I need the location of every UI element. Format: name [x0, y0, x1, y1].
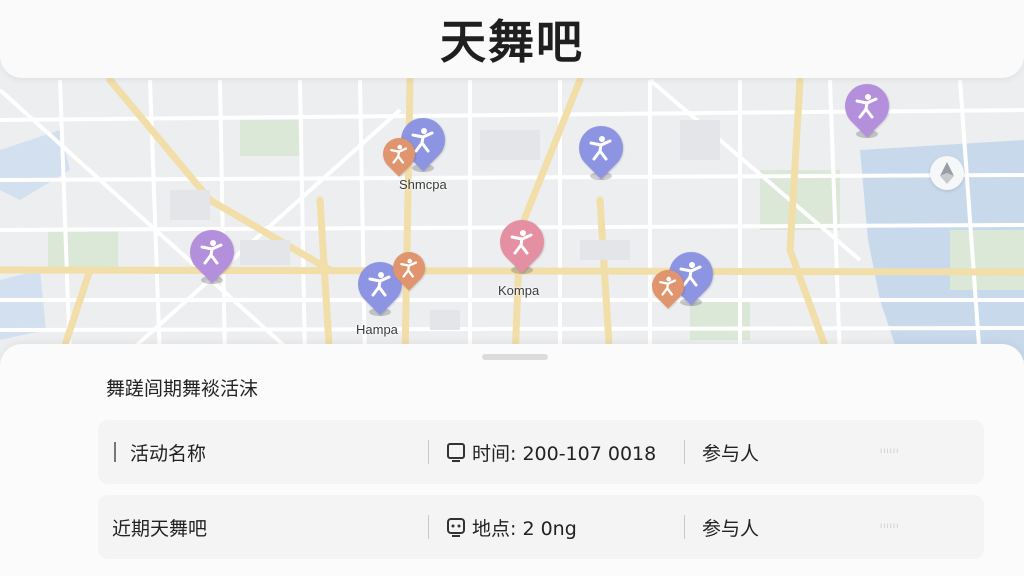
dancer-icon: [579, 130, 623, 166]
event-pin[interactable]: [376, 131, 422, 182]
card-more-dots[interactable]: ıııııı: [880, 446, 899, 455]
event-pin[interactable]: [645, 263, 691, 314]
event-time-text: 时间: 200-107 0018: [472, 442, 657, 465]
event-pin[interactable]: [386, 245, 432, 296]
event-pin[interactable]: [490, 210, 554, 280]
map-place-label: Kompa: [498, 283, 540, 298]
dancer-icon: [652, 272, 684, 300]
app-title: 天舞吧: [440, 15, 584, 69]
divider: [684, 440, 685, 464]
divider: [428, 515, 429, 539]
event-card[interactable]: 活动名称 时间: 200-107 0018 参与人 ıııııı: [98, 420, 984, 484]
event-name: 活动名称: [130, 442, 207, 465]
event-participants: 参与人: [702, 517, 760, 540]
compass-button[interactable]: [930, 156, 964, 190]
calendar-icon: [446, 441, 466, 463]
app-header: 天舞吧: [0, 0, 1024, 78]
divider: [428, 440, 429, 464]
event-participants: 参与人: [702, 442, 760, 465]
bottom-sheet[interactable]: 舞蹉闾期舞裧活沫 活动名称 时间: 200-107 0018 参与人 ııııı…: [0, 344, 1024, 576]
compass-icon: [940, 162, 954, 184]
map-place-label: Shmcpa: [399, 177, 447, 192]
dancer-icon: [500, 224, 544, 260]
dancer-icon: [845, 88, 889, 124]
card-more-dots[interactable]: ıııııı: [880, 521, 899, 530]
event-card[interactable]: 近期天舞吧 地点: 2 0ng 参与人 ıııııı: [98, 495, 984, 559]
sheet-drag-handle[interactable]: [482, 354, 548, 360]
card-accent-bar: [114, 442, 116, 462]
event-name: 近期天舞吧: [112, 517, 208, 540]
event-place-text: 地点: 2 0ng: [472, 517, 577, 540]
dancer-icon: [190, 234, 234, 270]
map-place-label: Hampa: [356, 322, 398, 337]
event-place: 地点: 2 0ng: [446, 495, 577, 559]
location-icon: [446, 516, 466, 538]
section-title: 舞蹉闾期舞裧活沫: [106, 378, 259, 400]
event-pin[interactable]: [180, 220, 244, 290]
dancer-icon: [393, 254, 425, 282]
event-time: 时间: 200-107 0018: [446, 420, 656, 484]
event-pin[interactable]: [569, 116, 633, 186]
divider: [684, 515, 685, 539]
event-pin[interactable]: [835, 74, 899, 144]
dancer-icon: [383, 140, 415, 168]
